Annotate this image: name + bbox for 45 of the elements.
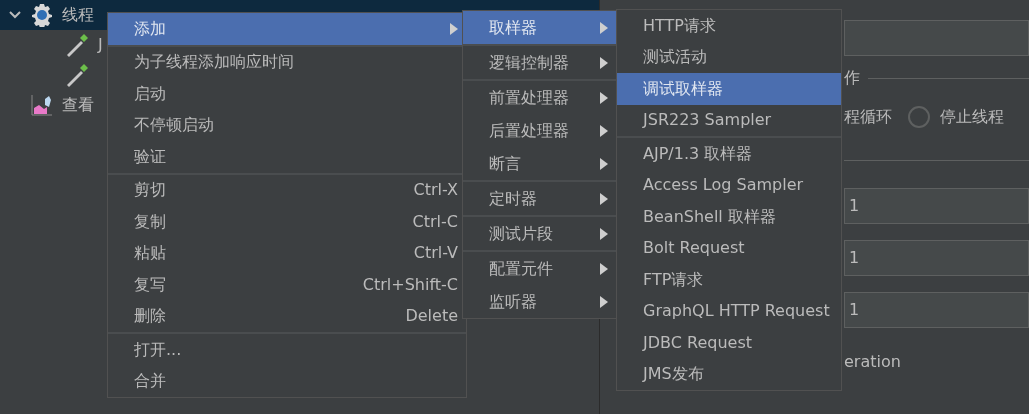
- tree-item-label[interactable]: 线程: [62, 3, 94, 27]
- menu-item[interactable]: JSR223 Sampler: [617, 104, 841, 136]
- menu-item[interactable]: 合并: [108, 365, 466, 397]
- menu-item[interactable]: 复写 Ctrl+Shift-C: [108, 269, 466, 301]
- group-title: 作: [844, 67, 860, 89]
- menu-item[interactable]: 删除 Delete: [108, 300, 466, 332]
- menu-item[interactable]: 粘贴 Ctrl-V: [108, 237, 466, 269]
- menu-item[interactable]: 复制 Ctrl-C: [108, 206, 466, 238]
- menu-item[interactable]: Bolt Request: [617, 232, 841, 264]
- menu-item[interactable]: 逻辑控制器: [463, 46, 616, 79]
- menu-item[interactable]: 启动: [108, 78, 466, 110]
- menu-item[interactable]: 剪切 Ctrl-X: [108, 174, 466, 206]
- menu-item[interactable]: 取样器: [463, 11, 616, 44]
- input-field[interactable]: [844, 20, 1029, 56]
- menu-item[interactable]: 为子线程添加响应时间: [108, 46, 466, 78]
- menu-item[interactable]: 前置处理器: [463, 81, 616, 114]
- menu-item[interactable]: Access Log Sampler: [617, 169, 841, 201]
- menu-item[interactable]: 后置处理器: [463, 114, 616, 147]
- option-label: 程循环: [844, 106, 892, 128]
- menu-item[interactable]: AJP/1.3 取样器: [617, 138, 841, 170]
- menu-item[interactable]: 监听器: [463, 285, 616, 318]
- radio-button[interactable]: 停止线程: [908, 105, 1004, 129]
- menu-item[interactable]: HTTP请求: [617, 10, 841, 42]
- number-field[interactable]: 1: [844, 188, 1029, 224]
- menu-item[interactable]: 打开...: [108, 334, 466, 366]
- menu-item[interactable]: JMS发布: [617, 358, 841, 390]
- menu-item[interactable]: 测试活动: [617, 41, 841, 73]
- option-label: eration: [844, 351, 902, 373]
- number-field[interactable]: 1: [844, 240, 1029, 276]
- menu-item[interactable]: 配置元件: [463, 252, 616, 285]
- menu-item[interactable]: GraphQL HTTP Request: [617, 295, 841, 327]
- menu-item[interactable]: JDBC Request: [617, 327, 841, 359]
- tree-item-label[interactable]: J: [98, 33, 103, 57]
- menu-item[interactable]: BeanShell 取样器: [617, 201, 841, 233]
- menu-item[interactable]: FTP请求: [617, 264, 841, 296]
- menu-item[interactable]: 不停顿启动: [108, 109, 466, 141]
- menu-item[interactable]: 调试取样器: [617, 73, 841, 105]
- number-field[interactable]: 1: [844, 292, 1029, 328]
- menu-item[interactable]: 断言: [463, 147, 616, 180]
- tree-item-label[interactable]: 查看: [62, 93, 94, 117]
- chart-icon: [30, 93, 54, 117]
- menu-item[interactable]: 测试片段: [463, 217, 616, 250]
- gear-icon: [30, 3, 54, 27]
- menu-item[interactable]: 验证: [108, 141, 466, 173]
- menu-item[interactable]: 定时器: [463, 182, 616, 215]
